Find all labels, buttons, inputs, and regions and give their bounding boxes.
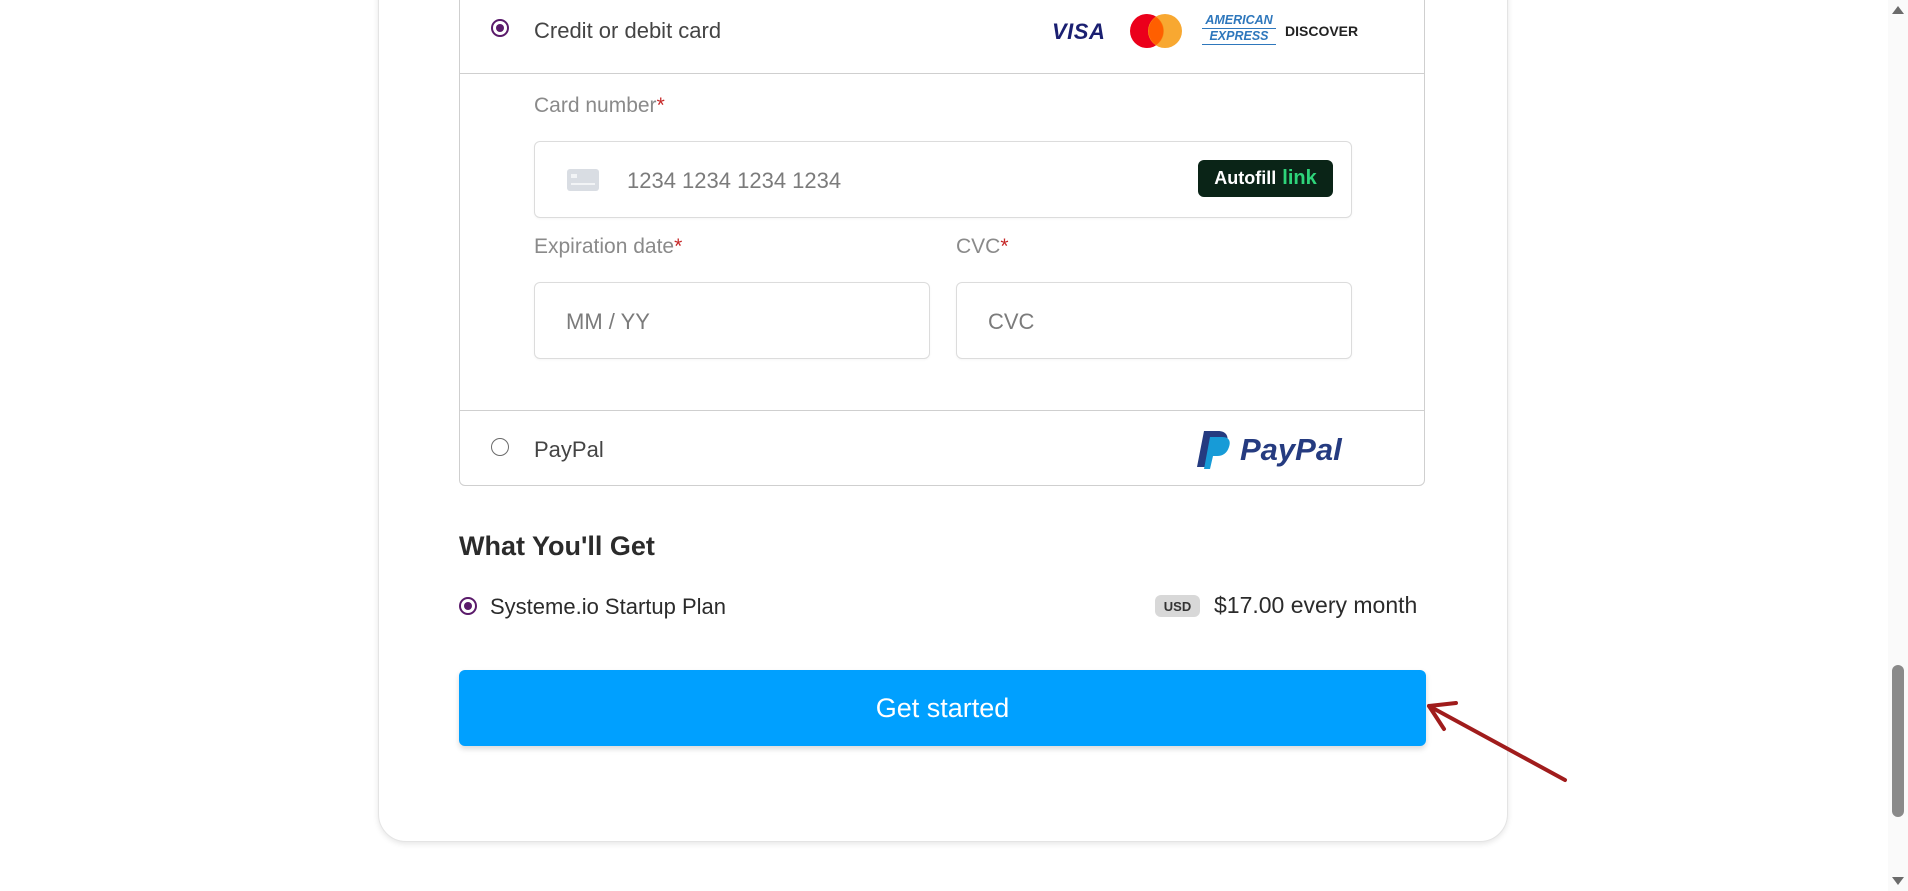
expiration-label-text: Expiration date bbox=[534, 235, 675, 258]
cvc-placeholder: CVC bbox=[988, 309, 1035, 334]
expiration-input[interactable]: MM / YY bbox=[534, 282, 930, 359]
card-option-label[interactable]: Credit or debit card bbox=[534, 18, 721, 44]
currency-badge: USD bbox=[1155, 595, 1200, 617]
scroll-down-icon[interactable] bbox=[1892, 877, 1904, 885]
plan-radio[interactable] bbox=[459, 597, 477, 615]
autofill-label: Autofill bbox=[1214, 168, 1277, 188]
required-mark: * bbox=[674, 235, 683, 258]
what-you-get-heading: What You'll Get bbox=[459, 531, 655, 561]
discover-logo: DISCOVER bbox=[1285, 23, 1359, 39]
link-logo: link bbox=[1282, 167, 1317, 189]
scrollbar-thumb[interactable] bbox=[1892, 665, 1904, 817]
card-number-label: Card number* bbox=[534, 94, 665, 118]
plan-name: Systeme.io Startup Plan bbox=[490, 594, 727, 619]
get-started-button[interactable]: Get started bbox=[459, 670, 1426, 746]
expiration-label: Expiration date* bbox=[534, 235, 682, 259]
amex-line-1: AMERICAN bbox=[1205, 13, 1273, 27]
paypal-logo-text: PayPal bbox=[1240, 432, 1342, 467]
paypal-radio[interactable] bbox=[491, 438, 509, 456]
visa-logo: VISA bbox=[1052, 19, 1106, 44]
amex-line-2: EXPRESS bbox=[1202, 28, 1276, 45]
mastercard-logo bbox=[1130, 14, 1182, 48]
plan-price: $17.00 every month bbox=[1214, 592, 1418, 618]
paypal-logo: PayPal bbox=[1196, 429, 1366, 471]
card-number-label-text: Card number bbox=[534, 94, 657, 117]
page-scrollbar[interactable] bbox=[1888, 0, 1908, 891]
annotation-arrow-icon bbox=[1427, 701, 1567, 782]
required-mark: * bbox=[1000, 235, 1009, 258]
paypal-option-label[interactable]: PayPal bbox=[534, 437, 604, 463]
cvc-label: CVC* bbox=[956, 235, 1009, 259]
cvc-input[interactable]: CVC bbox=[956, 282, 1352, 359]
card-radio[interactable] bbox=[491, 19, 509, 37]
card-icon bbox=[567, 169, 599, 191]
required-mark: * bbox=[656, 94, 665, 117]
card-number-placeholder: 1234 1234 1234 1234 bbox=[627, 168, 842, 193]
card-number-input[interactable]: 1234 1234 1234 1234 Autofill link bbox=[534, 141, 1352, 218]
payment-methods-box: Credit or debit card VISA AMERICAN EXPRE… bbox=[459, 0, 1425, 486]
cvc-label-text: CVC bbox=[956, 235, 1001, 258]
scroll-up-icon[interactable] bbox=[1892, 6, 1904, 14]
expiration-placeholder: MM / YY bbox=[566, 309, 650, 334]
autofill-link-button[interactable]: Autofill link bbox=[1198, 160, 1333, 197]
paypal-divider bbox=[460, 410, 1424, 411]
card-header-divider bbox=[460, 73, 1424, 74]
card-brand-logos: VISA AMERICAN EXPRESS DISCOVER bbox=[1052, 13, 1362, 49]
paypal-p-icon bbox=[1197, 431, 1230, 469]
amex-logo: AMERICAN EXPRESS bbox=[1202, 13, 1276, 47]
